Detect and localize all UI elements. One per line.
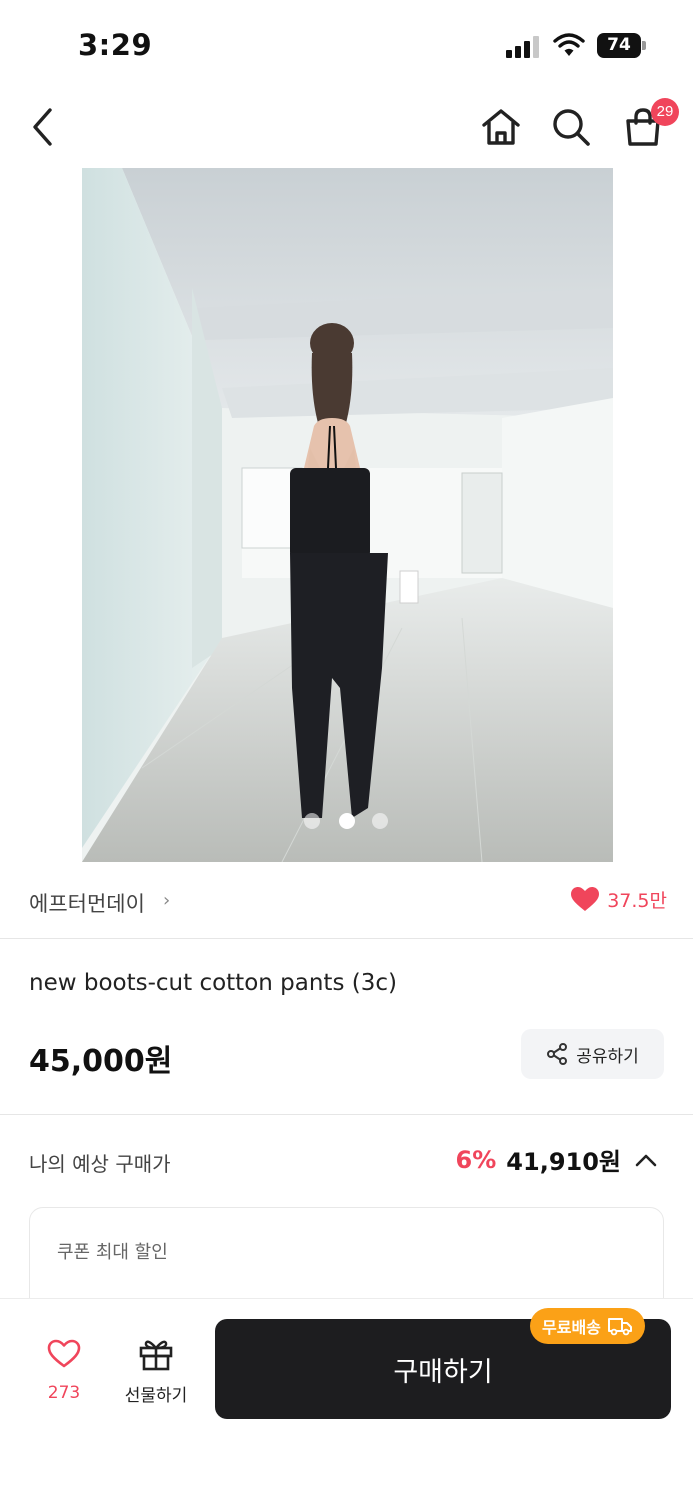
chevron-up-icon bbox=[635, 1154, 657, 1166]
cellular-signal-icon bbox=[506, 36, 542, 58]
brand-row: 에프터먼데이 › 37.5만 bbox=[0, 868, 693, 938]
section-divider bbox=[0, 938, 693, 939]
estimated-price: 41,910원 bbox=[506, 1148, 621, 1176]
wishlist-count: 273 bbox=[47, 1383, 81, 1403]
chevron-right-icon: › bbox=[163, 890, 171, 911]
brand-like-count: 37.5만 bbox=[607, 890, 667, 912]
carousel-indicator[interactable] bbox=[304, 811, 394, 831]
brand-name-link[interactable]: 에프터먼데이 bbox=[29, 888, 145, 918]
carousel-dot-active[interactable] bbox=[339, 813, 355, 829]
share-icon bbox=[547, 1043, 568, 1065]
home-icon bbox=[482, 109, 520, 145]
product-photo[interactable] bbox=[82, 168, 613, 862]
cart-count-badge: 29 bbox=[651, 98, 679, 126]
share-label: 공유하기 bbox=[576, 1046, 639, 1067]
wifi-icon bbox=[553, 32, 585, 58]
carousel-dot[interactable] bbox=[304, 813, 320, 829]
battery-icon: 74 bbox=[597, 33, 647, 58]
discount-percent: 6% bbox=[455, 1145, 497, 1174]
truck-icon bbox=[607, 1318, 632, 1336]
heart-outline-icon bbox=[47, 1339, 81, 1368]
section-divider bbox=[0, 1114, 693, 1115]
status-time: 3:29 bbox=[78, 28, 153, 62]
search-icon bbox=[553, 109, 590, 146]
free-shipping-label: 무료배송 bbox=[542, 1318, 601, 1337]
battery-level: 74 bbox=[597, 33, 641, 58]
coupon-panel-title: 쿠폰 최대 할인 bbox=[57, 1242, 168, 1263]
carousel-dot[interactable] bbox=[372, 813, 388, 829]
brand-like-button[interactable]: 37.5만 bbox=[571, 886, 667, 913]
product-price: 45,000원 bbox=[29, 1044, 173, 1079]
status-bar: 3:29 74 bbox=[0, 0, 693, 92]
estimated-price-label: 나의 예상 구매가 bbox=[29, 1152, 171, 1176]
search-button[interactable] bbox=[548, 104, 594, 150]
free-shipping-badge: 무료배송 bbox=[530, 1308, 645, 1344]
estimated-price-toggle[interactable]: 나의 예상 구매가 6% 41,910원 bbox=[0, 1130, 693, 1190]
estimated-price-summary: 6% 41,910원 bbox=[456, 1142, 657, 1177]
share-button[interactable]: 공유하기 bbox=[521, 1029, 664, 1079]
gift-label: 선물하기 bbox=[124, 1386, 188, 1406]
product-title: new boots-cut cotton pants (3c) bbox=[29, 970, 397, 996]
back-icon bbox=[33, 108, 52, 146]
top-nav-bar bbox=[0, 92, 693, 164]
gift-icon bbox=[139, 1340, 173, 1371]
wishlist-button[interactable]: 273 bbox=[34, 1339, 94, 1403]
heart-icon bbox=[571, 887, 600, 911]
gift-button[interactable]: 선물하기 bbox=[116, 1337, 196, 1406]
home-button[interactable] bbox=[478, 104, 524, 150]
back-button[interactable] bbox=[20, 104, 66, 150]
